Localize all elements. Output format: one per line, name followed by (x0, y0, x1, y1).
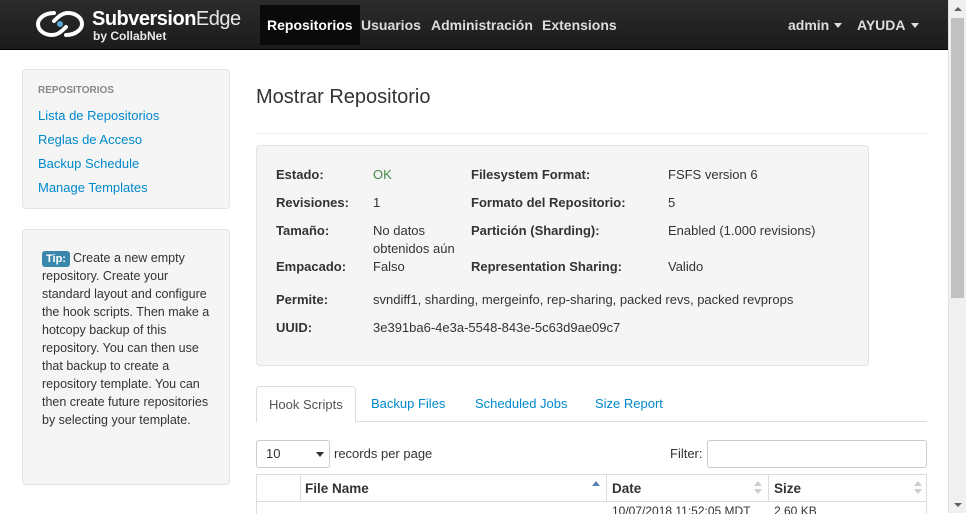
representation-sharing-value: Valido (668, 259, 704, 274)
brand-name: SubversionEdge (92, 8, 241, 30)
title-divider (256, 133, 927, 134)
filter-input[interactable] (707, 440, 927, 468)
top-navbar: SubversionEdge by CollabNet Repositorios… (0, 0, 948, 50)
nav-extensions[interactable]: Extensions (535, 5, 624, 45)
sidebar-item-manage-templates[interactable]: Manage Templates (38, 180, 148, 195)
nav-usuarios[interactable]: Usuarios (354, 5, 428, 45)
repository-tabs: Hook Scripts Backup Files Scheduled Jobs… (256, 386, 927, 423)
permite-value: svndiff1, sharding, mergeinfo, rep-shari… (373, 292, 794, 307)
uuid-label: UUID: (276, 320, 313, 335)
revisiones-label: Revisiones: (276, 195, 349, 210)
user-menu[interactable]: admin (781, 5, 849, 45)
empacado-label: Empacado: (276, 259, 347, 274)
subversion-edge-logo-icon (36, 10, 84, 38)
filter-label: Filter: (670, 446, 703, 461)
repository-info-panel: Estado: OK Filesystem Format: FSFS versi… (256, 145, 869, 366)
sidebar-item-reglas-acceso[interactable]: Reglas de Acceso (38, 132, 142, 147)
help-label: AYUDA (857, 17, 906, 33)
sidebar-nav: REPOSITORIOS Lista de Repositorios Regla… (22, 69, 230, 209)
select-column-header (257, 475, 301, 502)
sidebar-item-lista-repositorios[interactable]: Lista de Repositorios (38, 108, 159, 123)
tamano-value-line2: obtenidos aún (373, 241, 455, 256)
scroll-down-button[interactable] (949, 496, 966, 513)
column-header-date-label: Date (612, 481, 642, 496)
chevron-down-icon (316, 452, 324, 457)
arrow-down-icon (953, 502, 962, 507)
sort-icon (754, 481, 762, 495)
user-name: admin (788, 17, 830, 33)
filesystem-format-value: FSFS version 6 (668, 167, 758, 182)
tip-box: Tip: Create a new empty repository. Creat… (22, 229, 230, 485)
uuid-value: 3e391ba6-4e3a-5548-843e-5c63d9ae09c7 (373, 320, 621, 335)
formato-repositorio-value: 5 (668, 195, 676, 210)
page-scrollbar[interactable] (948, 0, 966, 513)
column-header-size-label: Size (774, 481, 802, 496)
estado-label: Estado: (276, 167, 324, 182)
tamano-value-line1: No datos (373, 223, 426, 238)
records-per-page-label: records per page (334, 446, 433, 461)
nav-administracion[interactable]: Administración (424, 5, 540, 45)
help-menu[interactable]: AYUDA (850, 5, 926, 45)
chevron-down-icon (910, 22, 919, 28)
arrow-up-icon (953, 6, 962, 11)
brand-logo-link[interactable]: SubversionEdge by CollabNet (36, 6, 246, 46)
column-header-file-name-label: File Name (305, 481, 369, 496)
sort-icon (914, 481, 922, 495)
estado-value: OK (373, 167, 392, 182)
tip-badge: Tip: (42, 251, 70, 267)
revisiones-value: 1 (373, 195, 381, 210)
filesystem-format-label: Filesystem Format: (471, 167, 591, 182)
tip-text: Create a new empty repository. Create yo… (42, 251, 210, 427)
permite-label: Permite: (276, 292, 329, 307)
sort-ascending-icon (592, 481, 600, 495)
representation-sharing-label: Representation Sharing: (471, 259, 622, 274)
tamano-label: Tamaño: (276, 223, 330, 238)
scrollbar-thumb[interactable] (951, 18, 964, 298)
column-header-file-name[interactable]: File Name (301, 475, 607, 502)
brand-subtitle: by CollabNet (93, 29, 167, 43)
hook-scripts-table: File Name Date Size 10/07/2018 11:52:05 … (256, 474, 927, 514)
records-per-page-value: 10 (266, 446, 281, 461)
records-per-page-select[interactable]: 10 (256, 440, 330, 468)
page-title: Mostrar Repositorio (256, 86, 431, 108)
sidebar-item-backup-schedule[interactable]: Backup Schedule (38, 156, 139, 171)
particion-value: Enabled (1.000 revisions) (668, 223, 816, 238)
particion-label: Partición (Sharding): (471, 223, 600, 238)
formato-repositorio-label: Formato del Repositorio: (471, 195, 626, 210)
tab-size-report[interactable]: Size Report (583, 386, 675, 422)
tab-hook-scripts[interactable]: Hook Scripts (256, 386, 356, 423)
tab-backup-files[interactable]: Backup Files (359, 386, 457, 422)
chevron-down-icon (834, 22, 843, 28)
empacado-value: Falso (373, 259, 405, 274)
tip-content: Tip: Create a new empty repository. Creat… (42, 249, 214, 429)
column-header-date[interactable]: Date (607, 475, 769, 502)
scroll-up-button[interactable] (949, 0, 966, 17)
tab-scheduled-jobs[interactable]: Scheduled Jobs (463, 386, 580, 422)
column-header-size[interactable]: Size (769, 475, 926, 502)
nav-repositorios[interactable]: Repositorios (260, 5, 360, 45)
sidebar-header: REPOSITORIOS (38, 85, 114, 96)
